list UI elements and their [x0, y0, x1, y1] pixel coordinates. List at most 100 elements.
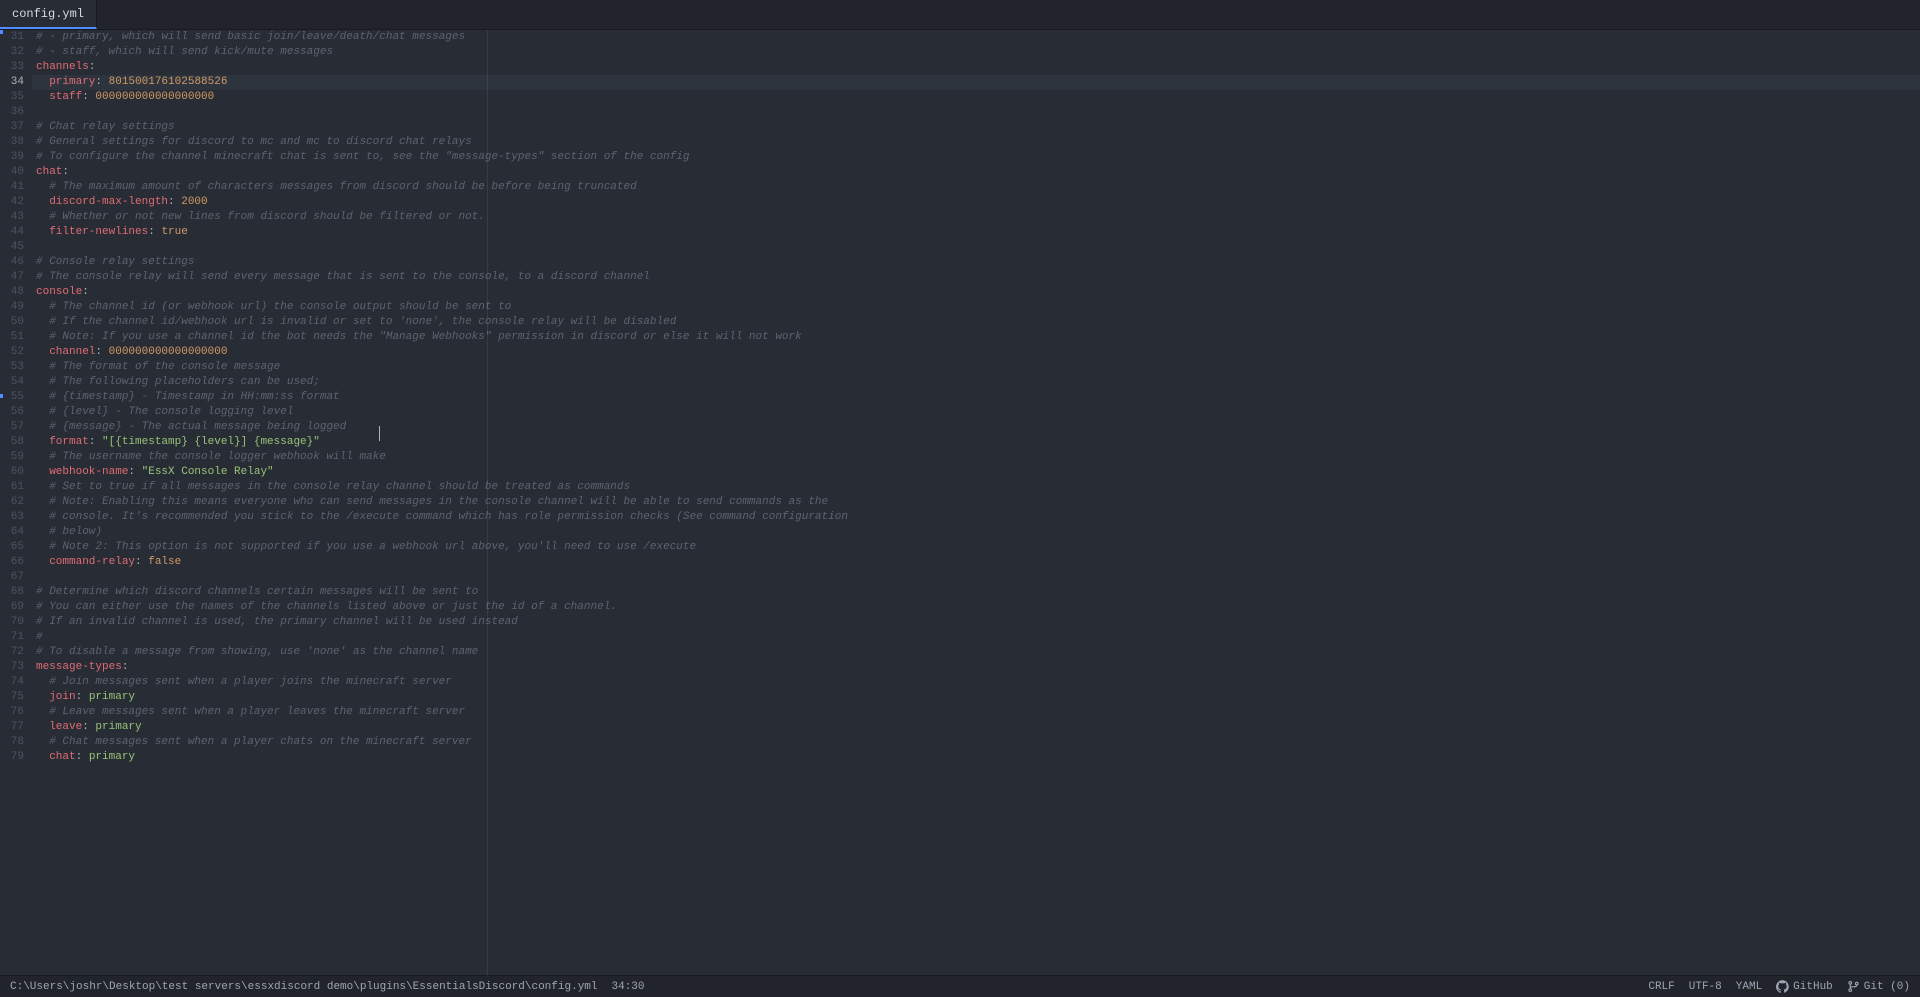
- gutter-line-number: 39: [0, 150, 32, 165]
- code-line[interactable]: [32, 105, 1920, 120]
- gutter-line-number: 74: [0, 675, 32, 690]
- gutter-line-number: 59: [0, 450, 32, 465]
- code-line[interactable]: # The format of the console message: [32, 360, 1920, 375]
- gutter-line-number: 57: [0, 420, 32, 435]
- gutter-line-number: 37: [0, 120, 32, 135]
- github-icon: [1776, 980, 1789, 993]
- code-line[interactable]: chat: primary: [32, 750, 1920, 765]
- code-line[interactable]: # {message} - The actual message being l…: [32, 420, 1920, 435]
- code-line[interactable]: staff: 000000000000000000: [32, 90, 1920, 105]
- gutter-line-number: 47: [0, 270, 32, 285]
- status-language[interactable]: YAML: [1736, 981, 1762, 993]
- git-branch-icon: [1847, 980, 1860, 993]
- code-line[interactable]: console:: [32, 285, 1920, 300]
- code-line[interactable]: channel: 000000000000000000: [32, 345, 1920, 360]
- code-line[interactable]: # console. It's recommended you stick to…: [32, 510, 1920, 525]
- gutter-line-number: 31: [0, 30, 32, 45]
- code-line[interactable]: # Chat messages sent when a player chats…: [32, 735, 1920, 750]
- code-line[interactable]: # The following placeholders can be used…: [32, 375, 1920, 390]
- status-git[interactable]: Git (0): [1847, 980, 1910, 993]
- code-line[interactable]: # Join messages sent when a player joins…: [32, 675, 1920, 690]
- status-github-label: GitHub: [1793, 981, 1833, 993]
- code-area[interactable]: # - primary, which will send basic join/…: [32, 30, 1920, 975]
- gutter-line-number: 40: [0, 165, 32, 180]
- gutter-line-number: 35: [0, 90, 32, 105]
- tab-config-yml[interactable]: config.yml: [0, 0, 97, 29]
- gutter-line-number: 56: [0, 405, 32, 420]
- status-filepath[interactable]: C:\Users\joshr\Desktop\test servers\essx…: [10, 981, 598, 993]
- code-line[interactable]: # Whether or not new lines from discord …: [32, 210, 1920, 225]
- code-line[interactable]: # The username the console logger webhoo…: [32, 450, 1920, 465]
- gutter-line-number: 70: [0, 615, 32, 630]
- editor[interactable]: 3132333435363738394041424344454647484950…: [0, 30, 1920, 975]
- code-line[interactable]: message-types:: [32, 660, 1920, 675]
- status-github[interactable]: GitHub: [1776, 980, 1833, 993]
- status-line-ending[interactable]: CRLF: [1648, 981, 1674, 993]
- gutter-line-number: 49: [0, 300, 32, 315]
- code-line[interactable]: # - primary, which will send basic join/…: [32, 30, 1920, 45]
- code-line[interactable]: channels:: [32, 60, 1920, 75]
- gutter-line-number: 55: [0, 390, 32, 405]
- gutter-line-number: 33: [0, 60, 32, 75]
- gutter-line-number: 46: [0, 255, 32, 270]
- code-line[interactable]: #: [32, 630, 1920, 645]
- code-line[interactable]: # - staff, which will send kick/mute mes…: [32, 45, 1920, 60]
- gutter-line-number: 79: [0, 750, 32, 765]
- code-line[interactable]: # Chat relay settings: [32, 120, 1920, 135]
- gutter-line-number: 76: [0, 705, 32, 720]
- gutter-line-number: 72: [0, 645, 32, 660]
- code-line[interactable]: # You can either use the names of the ch…: [32, 600, 1920, 615]
- code-line[interactable]: format: "[{timestamp} {level}] {message}…: [32, 435, 1920, 450]
- code-line[interactable]: [32, 240, 1920, 255]
- code-line[interactable]: # If the channel id/webhook url is inval…: [32, 315, 1920, 330]
- code-line[interactable]: # The maximum amount of characters messa…: [32, 180, 1920, 195]
- gutter-line-number: 54: [0, 375, 32, 390]
- tab-bar: config.yml: [0, 0, 1920, 30]
- code-line[interactable]: discord-max-length: 2000: [32, 195, 1920, 210]
- code-line[interactable]: # Determine which discord channels certa…: [32, 585, 1920, 600]
- code-line[interactable]: chat:: [32, 165, 1920, 180]
- gutter-line-number: 63: [0, 510, 32, 525]
- status-bar: C:\Users\joshr\Desktop\test servers\essx…: [0, 975, 1920, 997]
- code-line[interactable]: # The console relay will send every mess…: [32, 270, 1920, 285]
- code-line[interactable]: # If an invalid channel is used, the pri…: [32, 615, 1920, 630]
- gutter-line-number: 64: [0, 525, 32, 540]
- gutter-line-number: 69: [0, 600, 32, 615]
- code-line[interactable]: [32, 570, 1920, 585]
- code-line[interactable]: # To configure the channel minecraft cha…: [32, 150, 1920, 165]
- gutter-line-number: 68: [0, 585, 32, 600]
- status-encoding[interactable]: UTF-8: [1689, 981, 1722, 993]
- gutter-line-number: 62: [0, 495, 32, 510]
- code-line[interactable]: # Console relay settings: [32, 255, 1920, 270]
- gutter-line-number: 58: [0, 435, 32, 450]
- code-line[interactable]: # Note 2: This option is not supported i…: [32, 540, 1920, 555]
- code-line[interactable]: primary: 801500176102588526: [32, 75, 1920, 90]
- gutter-line-number: 44: [0, 225, 32, 240]
- gutter: 3132333435363738394041424344454647484950…: [0, 30, 32, 975]
- gutter-line-number: 67: [0, 570, 32, 585]
- status-cursor-position[interactable]: 34:30: [612, 981, 645, 993]
- code-line[interactable]: # {timestamp} - Timestamp in HH:mm:ss fo…: [32, 390, 1920, 405]
- code-line[interactable]: # Set to true if all messages in the con…: [32, 480, 1920, 495]
- code-line[interactable]: webhook-name: "EssX Console Relay": [32, 465, 1920, 480]
- code-line[interactable]: # Note: Enabling this means everyone who…: [32, 495, 1920, 510]
- code-line[interactable]: # General settings for discord to mc and…: [32, 135, 1920, 150]
- gutter-line-number: 60: [0, 465, 32, 480]
- gutter-line-number: 65: [0, 540, 32, 555]
- code-line[interactable]: # Leave messages sent when a player leav…: [32, 705, 1920, 720]
- tab-filename: config.yml: [12, 7, 84, 21]
- code-line[interactable]: command-relay: false: [32, 555, 1920, 570]
- gutter-line-number: 45: [0, 240, 32, 255]
- gutter-line-number: 51: [0, 330, 32, 345]
- status-git-label: Git (0): [1864, 981, 1910, 993]
- gutter-line-number: 71: [0, 630, 32, 645]
- gutter-line-number: 42: [0, 195, 32, 210]
- code-line[interactable]: # Note: If you use a channel id the bot …: [32, 330, 1920, 345]
- code-line[interactable]: # To disable a message from showing, use…: [32, 645, 1920, 660]
- code-line[interactable]: leave: primary: [32, 720, 1920, 735]
- code-line[interactable]: # The channel id (or webhook url) the co…: [32, 300, 1920, 315]
- code-line[interactable]: # below): [32, 525, 1920, 540]
- code-line[interactable]: # {level} - The console logging level: [32, 405, 1920, 420]
- code-line[interactable]: join: primary: [32, 690, 1920, 705]
- code-line[interactable]: filter-newlines: true: [32, 225, 1920, 240]
